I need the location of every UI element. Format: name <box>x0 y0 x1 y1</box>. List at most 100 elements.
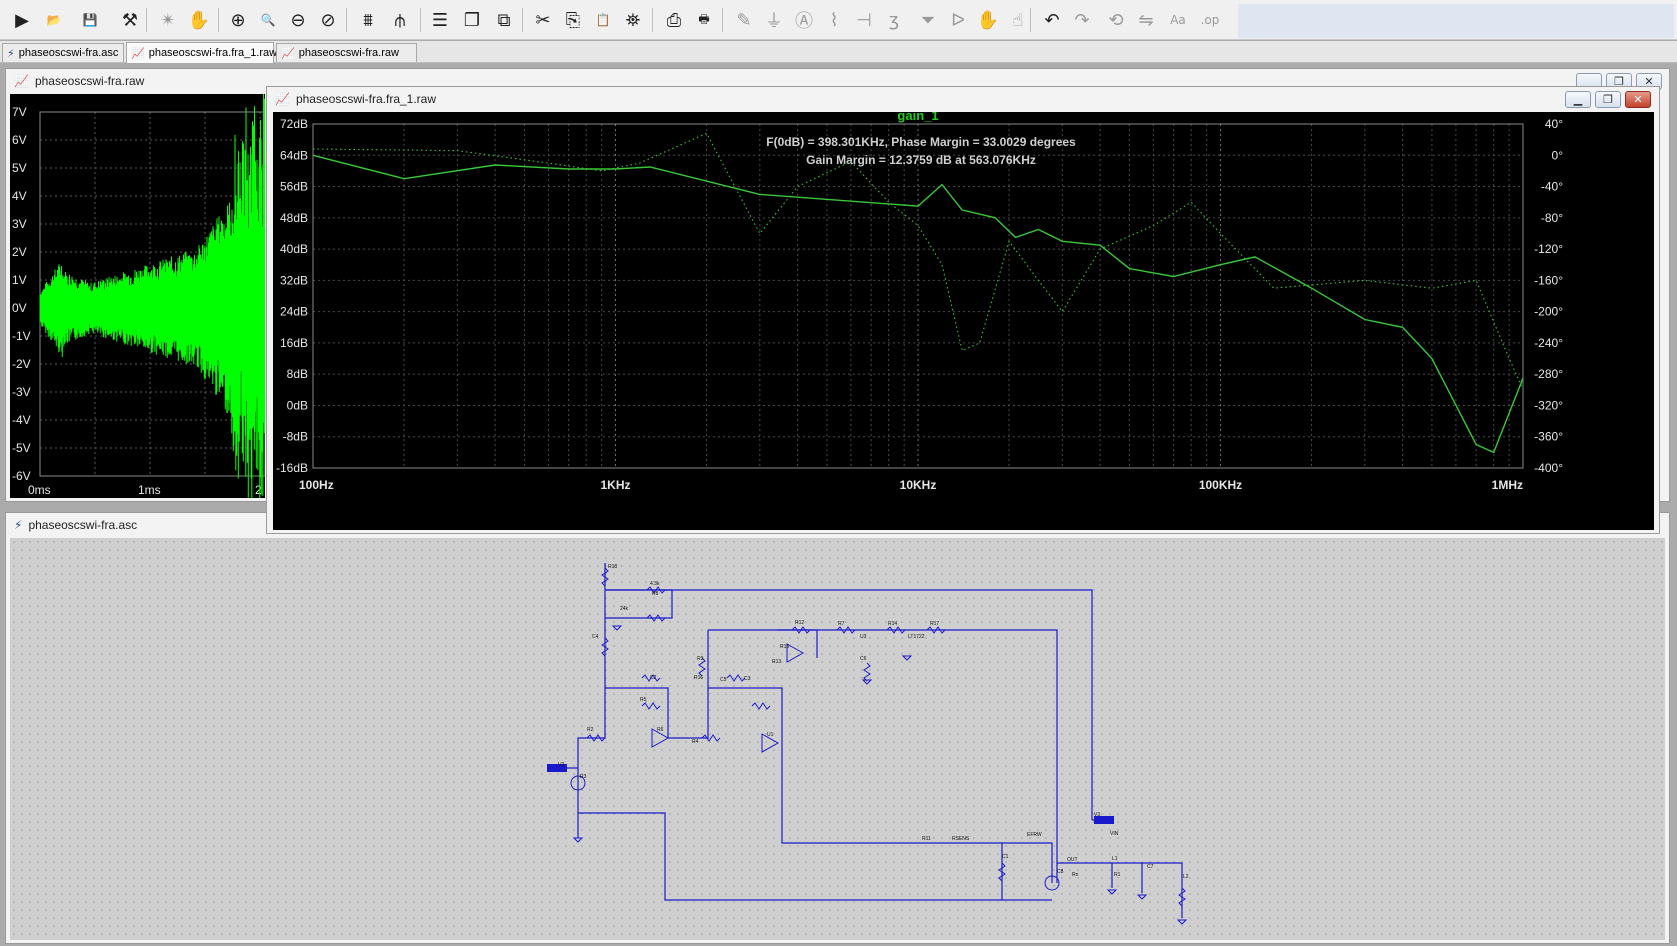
schematic-label: OUT <box>1067 857 1078 863</box>
print-button[interactable]: 🖶 <box>690 6 718 34</box>
schematic-label: R3 <box>580 774 587 780</box>
mirror-button[interactable]: ⇋ <box>1132 6 1160 34</box>
ground-symbol <box>1136 894 1148 900</box>
ground-button[interactable]: ⏚ <box>760 6 788 34</box>
zoom-area-button[interactable]: 🔍 <box>254 6 282 34</box>
drag-button[interactable]: ☝ <box>1004 6 1032 34</box>
y-tick-label-left: 72dB <box>280 117 308 131</box>
tab-transient-plot[interactable]: 📈 phaseoscswi-fra.raw <box>276 43 417 62</box>
resistor-button[interactable]: ⌇ <box>820 6 848 34</box>
autorange-icon: ⩩ <box>363 9 373 31</box>
stop-button[interactable]: ✴ <box>154 6 182 34</box>
text-button[interactable]: Aa <box>1164 6 1192 34</box>
y-tick-label-left: 56dB <box>280 180 308 194</box>
move-button[interactable]: ✋ <box>974 6 1002 34</box>
schematic-label: C7 <box>1147 864 1154 870</box>
restore-button[interactable]: ❐ <box>1595 91 1621 108</box>
y-tick-label: 0V <box>12 301 27 315</box>
rotate-button[interactable]: ⟲ <box>1102 6 1130 34</box>
save-button[interactable]: 💾 <box>76 6 104 34</box>
zoom-in-button[interactable]: ⊕ <box>224 6 252 34</box>
diode-button[interactable]: ⏷ <box>914 6 942 34</box>
zoom-fit-button[interactable]: ⊘ <box>314 6 342 34</box>
cut-button[interactable]: ✂ <box>529 6 557 34</box>
main-toolbar: ▶ 📂 💾 ⚒ ✴ ✋ ⊕ 🔍 ⊖ ⊘ ⩩ ⫛ ☰ ❐ ⧉ ✂ ⎘ 📋 ⛯ ⎙ 🖶 ✎ ⏚ Ⓐ ⌇ ⊣ ʒ ⏷ ᐅ ✋ ☝ ↶ ↷ ⟲ ⇋ Aa .op <box>0 0 1677 40</box>
capacitor-button[interactable]: ⊣ <box>850 6 878 34</box>
waveform-icon: 📈 <box>131 46 145 60</box>
run-button[interactable]: ▶ <box>8 6 36 34</box>
tile-horizontal-icon: ☰ <box>431 9 449 31</box>
chart-title: gain_1 <box>897 112 938 123</box>
zoom-out-icon: ⊖ <box>290 9 306 31</box>
y-tick-label: -3V <box>12 385 31 399</box>
tab-bode-plot[interactable]: 📈 phaseoscswi-fra.fra_1.raw <box>126 42 278 63</box>
schematic-label: C4 <box>592 634 599 640</box>
ground-symbol <box>611 625 623 631</box>
window-titlebar[interactable]: 📈 phaseoscswi-fra.fra_1.raw <box>267 87 1659 111</box>
tab-label: phaseoscswi-fra.fra_1.raw <box>148 47 278 59</box>
toolbar-separator <box>346 8 347 32</box>
schematic-label: R8 <box>652 591 659 597</box>
y-tick-label-left: 40dB <box>280 242 308 256</box>
tile-h-button[interactable]: ☰ <box>426 6 454 34</box>
schematic-icon: ⚡ <box>14 518 23 532</box>
copy-button[interactable]: ⎘ <box>559 6 587 34</box>
open-button[interactable]: 📂 <box>40 6 68 34</box>
undo-button[interactable]: ↶ <box>1038 6 1066 34</box>
schematic-label: R5 <box>640 697 647 703</box>
waveform-icon: 📈 <box>275 92 290 106</box>
x-tick-label: 1KHz <box>600 478 630 492</box>
transient-plot-area[interactable]: 7V 6V 5V 4V 3V 2V 1V 0V -1V -2V -3V -4V -5V -6V 0ms 1ms… <box>10 89 266 501</box>
y-tick-label-right: -200° <box>1534 305 1563 319</box>
component-button[interactable]: ᐅ <box>944 6 972 34</box>
close-button[interactable]: ✕ <box>1625 91 1651 108</box>
y-tick-label: 3V <box>12 217 27 231</box>
x-tick-label: 10KHz <box>900 478 937 492</box>
minimize-button[interactable]: ▁ <box>1565 91 1591 108</box>
schematic-label: RSENS <box>952 836 970 842</box>
toolbar-separator <box>652 8 653 32</box>
tab-schematic[interactable]: ⚡ phaseoscswi-fra.asc <box>2 43 124 62</box>
schematic-label: C5 <box>720 677 727 683</box>
y-tick-label-left: 24dB <box>280 305 308 319</box>
schematic-label: EFRW <box>1027 832 1042 838</box>
y-tick-label-left: 8dB <box>287 367 308 381</box>
zoom-out-button[interactable]: ⊖ <box>284 6 312 34</box>
schematic-label: R15 <box>780 644 789 650</box>
wire <box>781 743 1003 900</box>
print-icon: 🖶 <box>698 11 710 26</box>
bode-plot-area[interactable]: 72dB 64dB 56dB 48dB 40dB 32dB 24dB 16dB 8dB 0dB -8… <box>273 108 1654 530</box>
y-tick-label: -5V <box>12 441 31 455</box>
schematic-label: R16 <box>694 675 703 681</box>
toolbar-separator <box>218 8 219 32</box>
component-symbol <box>641 702 661 710</box>
cascade-button[interactable]: ❐ <box>458 6 486 34</box>
schematic-label: C6 <box>860 656 867 662</box>
print-setup-button[interactable]: ⎙ <box>660 6 688 34</box>
add-trace-button[interactable]: ⫛ <box>386 6 414 34</box>
ground-icon: ⏚ <box>765 11 783 32</box>
save-icon: 💾 <box>82 13 98 27</box>
y-tick-label-right: -80° <box>1541 211 1563 225</box>
tile-v-button[interactable]: ⧉ <box>490 6 518 34</box>
paste-button[interactable]: 📋 <box>589 6 617 34</box>
label-net-button[interactable]: Ⓐ <box>790 6 818 34</box>
schematic-label: R1 <box>1114 872 1121 878</box>
autorange-button[interactable]: ⩩ <box>354 6 382 34</box>
margin-annotation: F(0dB) = 398.301KHz, Phase Margin = 33.0… <box>766 135 1076 149</box>
schematic-canvas[interactable]: R18 4.3k R8 24k C4 R9 R12 R7 R14 R17 R15 R13 U3 LT172… <box>10 538 1665 940</box>
schematic-label: U3 <box>860 634 867 640</box>
pan-button[interactable]: ✋ <box>185 6 213 34</box>
wire <box>605 589 673 619</box>
schematic-label: C1 <box>1002 854 1009 860</box>
redo-button[interactable]: ↷ <box>1068 6 1096 34</box>
y-tick-label-left: 0dB <box>287 398 308 412</box>
y-tick-label-right: 0° <box>1552 148 1564 162</box>
schematic-label: R2 <box>587 727 594 733</box>
bode-plot-window: 📈 phaseoscswi-fra.fra_1.raw ▁ ❐ ✕ 72dB 64… <box>266 86 1660 534</box>
control-panel-button[interactable]: ⚒ <box>116 6 144 34</box>
inductor-button[interactable]: ʒ <box>880 6 908 34</box>
draw-wire-button[interactable]: ✎ <box>730 6 758 34</box>
spice-directive-button[interactable]: .op <box>1196 6 1224 34</box>
find-button[interactable]: ⛯ <box>619 6 647 34</box>
